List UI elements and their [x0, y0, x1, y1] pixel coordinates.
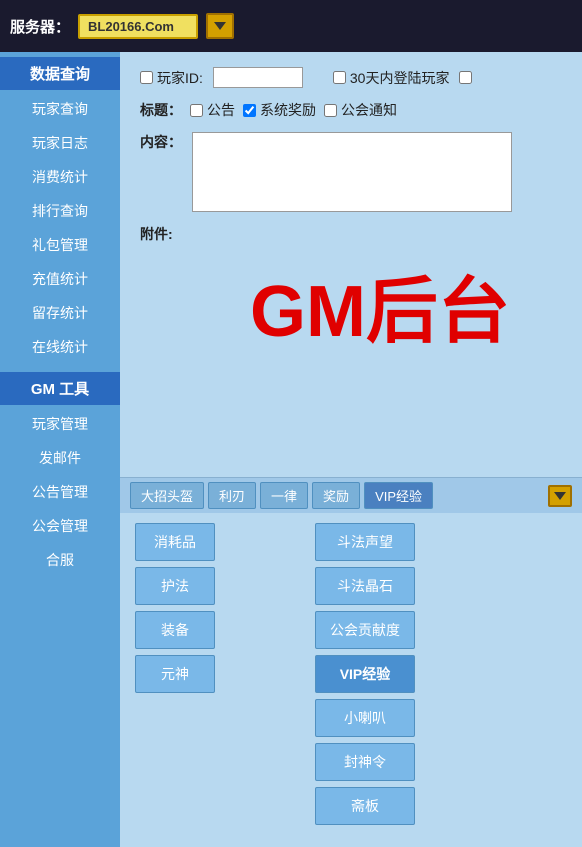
tab-reward[interactable]: 奖励 — [312, 482, 360, 509]
sidebar: 数据查询 玩家查询 玩家日志 消费统计 排行查询 礼包管理 充值统计 留存统计 … — [0, 52, 120, 847]
player-id-checkbox-group: 玩家ID: — [140, 68, 203, 88]
guild-notice-label: 公会通知 — [341, 100, 397, 120]
announcement-checkbox[interactable] — [190, 104, 203, 117]
system-reward-label: 系统奖励 — [260, 100, 316, 120]
sidebar-item-announcement[interactable]: 公告管理 — [0, 475, 120, 509]
item-dou-prestige[interactable]: 斗法声望 — [315, 523, 415, 561]
items-right-col: 斗法声望 斗法晶石 公会贡献度 VIP经验 小喇叭 封神令 斋板 — [315, 523, 415, 825]
player-id-field[interactable] — [213, 67, 303, 88]
item-dou-crystal[interactable]: 斗法晶石 — [315, 567, 415, 605]
server-input[interactable] — [78, 14, 198, 39]
item-equipment[interactable]: 装备 — [135, 611, 215, 649]
system-reward-checkbox-group: 系统奖励 — [243, 100, 316, 120]
sidebar-item-online-stats[interactable]: 在线统计 — [0, 330, 120, 364]
tab-uniform[interactable]: 一律 — [260, 482, 308, 509]
items-left-col: 消耗品 护法 装备 元神 — [135, 523, 215, 825]
content-row: 内容： — [140, 132, 562, 212]
guild-notice-checkbox-group: 公会通知 — [324, 100, 397, 120]
title-label: 标题： — [140, 100, 182, 120]
announcement-checkbox-group: 公告 — [190, 100, 235, 120]
server-label: 服务器： — [10, 16, 70, 37]
gm-watermark: GM后台 — [250, 252, 510, 357]
sidebar-item-merge-server[interactable]: 合服 — [0, 543, 120, 577]
sidebar-item-rank-query[interactable]: 排行查询 — [0, 194, 120, 228]
item-consumable[interactable]: 消耗品 — [135, 523, 215, 561]
title-row: 标题： 公告 系统奖励 公会通知 — [140, 100, 562, 120]
content-area: 玩家ID: 30天内登陆玩家 标题： 公告 系统奖励 公会通知 — [120, 52, 582, 847]
player-id-checkbox[interactable] — [140, 71, 153, 84]
server-dropdown-button[interactable] — [206, 13, 234, 39]
sidebar-item-send-mail[interactable]: 发邮件 — [0, 441, 120, 475]
sidebar-item-gift-manage[interactable]: 礼包管理 — [0, 228, 120, 262]
sidebar-item-guild-manage[interactable]: 公会管理 — [0, 509, 120, 543]
tabs-dropdown-arrow-icon — [554, 492, 566, 500]
days-label: 30天内登陆玩家 — [350, 68, 450, 88]
sidebar-section-gm: GM 工具 — [0, 372, 120, 405]
item-zhai-ban[interactable]: 斋板 — [315, 787, 415, 825]
player-id-row: 玩家ID: 30天内登陆玩家 — [140, 67, 562, 88]
items-container: 消耗品 护法 装备 元神 斗法声望 斗法晶石 公会贡献度 VIP经验 小喇叭 封… — [120, 513, 582, 835]
main-layout: 数据查询 玩家查询 玩家日志 消费统计 排行查询 礼包管理 充值统计 留存统计 … — [0, 52, 582, 847]
item-guardian[interactable]: 护法 — [135, 567, 215, 605]
sidebar-item-player-manage[interactable]: 玩家管理 — [0, 407, 120, 441]
attachment-label: 附件: — [140, 224, 173, 244]
sidebar-section-data: 数据查询 — [0, 57, 120, 90]
content-label: 内容： — [140, 132, 182, 152]
sidebar-item-recharge-stats[interactable]: 充值统计 — [0, 262, 120, 296]
system-reward-checkbox[interactable] — [243, 104, 256, 117]
sidebar-item-retention-stats[interactable]: 留存统计 — [0, 296, 120, 330]
guild-notice-checkbox[interactable] — [324, 104, 337, 117]
tab-big-helmet[interactable]: 大招头盔 — [130, 482, 204, 509]
content-textarea[interactable] — [192, 132, 512, 212]
item-speaker[interactable]: 小喇叭 — [315, 699, 415, 737]
item-seal-god[interactable]: 封神令 — [315, 743, 415, 781]
bottom-panel: 大招头盔 利刃 一律 奖励 VIP经验 消耗品 护法 装备 元神 — [120, 477, 582, 847]
dropdown-arrow-icon — [214, 22, 226, 30]
sidebar-item-player-query[interactable]: 玩家查询 — [0, 92, 120, 126]
item-guild-contribution[interactable]: 公会贡献度 — [315, 611, 415, 649]
items-spacer — [225, 523, 305, 825]
item-yuanshen[interactable]: 元神 — [135, 655, 215, 693]
days-checkbox-group: 30天内登陆玩家 — [333, 68, 450, 88]
tabs-dropdown-button[interactable] — [548, 485, 572, 507]
tab-vip-exp[interactable]: VIP经验 — [364, 482, 433, 509]
player-id-label: 玩家ID: — [157, 68, 203, 88]
extra-checkbox[interactable] — [459, 71, 472, 84]
sidebar-item-player-log[interactable]: 玩家日志 — [0, 126, 120, 160]
attachment-row: 附件: — [140, 224, 562, 244]
header-bar: 服务器： — [0, 0, 582, 52]
sidebar-item-consume-stats[interactable]: 消费统计 — [0, 160, 120, 194]
announcement-label: 公告 — [207, 100, 235, 120]
days-checkbox[interactable] — [333, 71, 346, 84]
tab-blade[interactable]: 利刃 — [208, 482, 256, 509]
item-vip-exp[interactable]: VIP经验 — [315, 655, 415, 693]
tabs-bar: 大招头盔 利刃 一律 奖励 VIP经验 — [120, 477, 582, 513]
